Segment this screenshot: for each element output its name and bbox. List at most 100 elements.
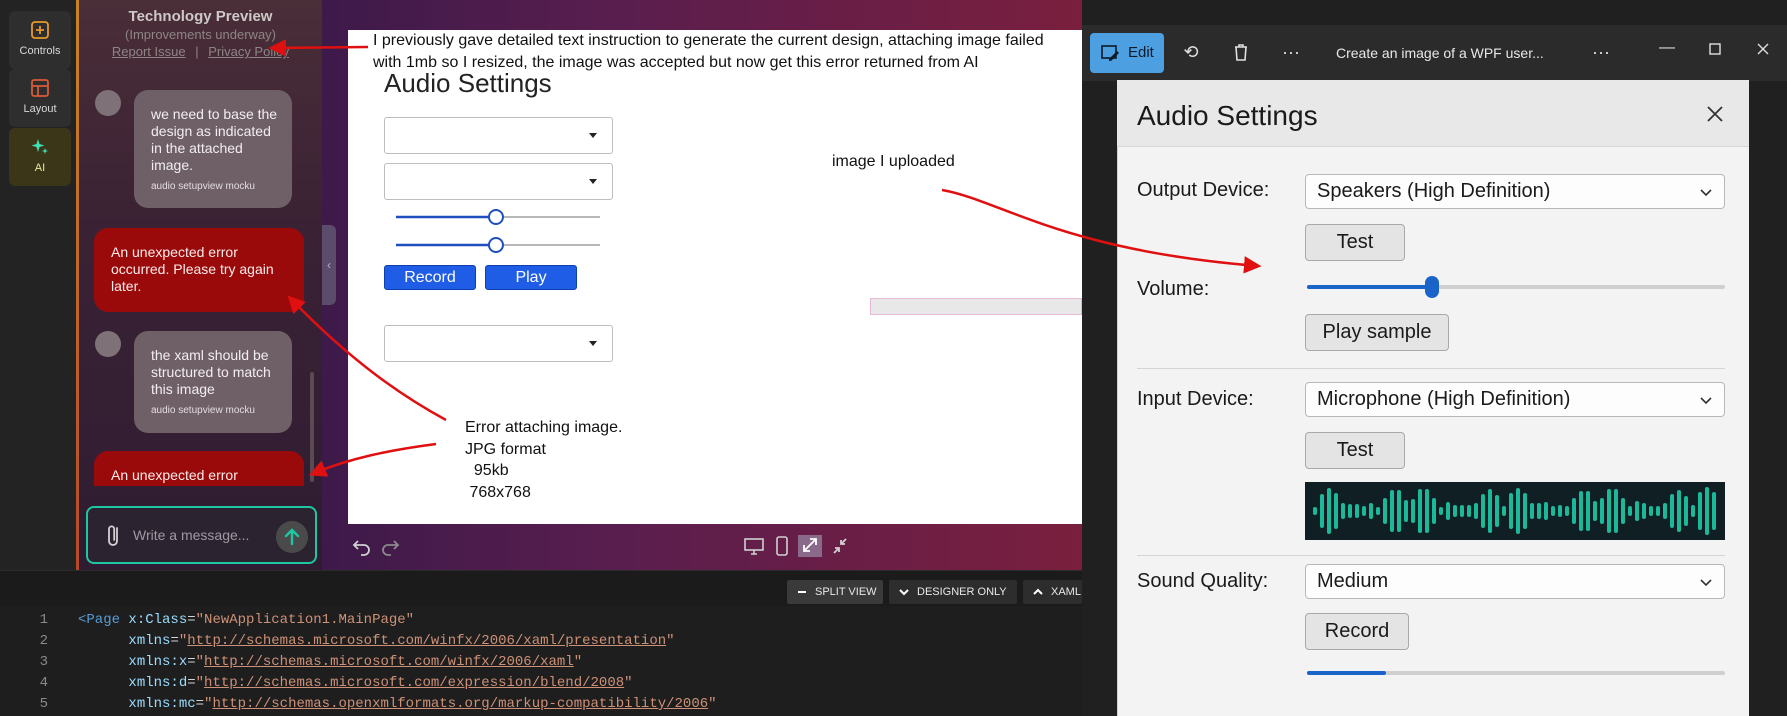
split-view-button[interactable]: SPLIT VIEW [787,580,883,604]
volume-slider-thumb[interactable] [1425,276,1440,298]
waveform-bar [1565,506,1569,516]
canvas-slider[interactable] [392,207,604,227]
waveform-bar [1593,501,1597,521]
code-line[interactable]: 4 xmlns:d="http://schemas.microsoft.com/… [0,675,1082,696]
redo-icon[interactable] [378,535,402,557]
close-icon[interactable] [1703,102,1727,126]
waveform-bar [1586,491,1590,531]
record-button[interactable]: Record [1305,613,1409,650]
waveform-bar [1502,505,1506,517]
canvas-combobox[interactable] [384,117,613,154]
message-text: the xaml should be structured to match t… [151,347,271,397]
error-message: An unexpected error occurred. Please try… [94,228,304,312]
privacy-policy-link[interactable]: Privacy Policy [208,44,289,59]
code-line[interactable]: 3 xmlns:x="http://schemas.microsoft.com/… [0,654,1082,675]
input-device-select[interactable]: Microphone (High Definition) [1305,382,1725,417]
waveform-bar [1691,504,1695,518]
expand-icon[interactable] [798,535,822,557]
line-number: 4 [39,675,48,691]
waveform-bar [1600,498,1604,524]
sound-quality-label: Sound Quality: [1137,570,1269,592]
line-number: 3 [39,654,48,670]
designer-only-button[interactable]: DESIGNER ONLY [889,580,1017,604]
chat-scrollbar[interactable] [310,372,314,482]
more-options-icon[interactable]: ··· [1590,41,1612,63]
message-input[interactable] [133,524,273,546]
waveform-bar [1537,503,1541,519]
desktop-icon[interactable] [742,535,766,557]
attachment-name[interactable]: audio setupview mocku [151,402,278,419]
code-line[interactable]: 2 xmlns="http://schemas.microsoft.com/wi… [0,633,1082,654]
shrink-icon[interactable] [828,535,852,557]
arrow-up-icon [284,528,300,546]
viewer-title: Create an image of a WPF user... [1336,45,1544,61]
audio-settings-title: Audio Settings [1137,100,1318,131]
canvas-combobox[interactable] [384,325,613,362]
waveform-bar [1341,502,1345,520]
message-composer [86,506,317,564]
volume-slider-fill [1307,285,1433,289]
input-test-button[interactable]: Test [1305,432,1405,469]
canvas-record-button[interactable]: Record [384,265,476,290]
input-device-label: Input Device: [1137,388,1254,410]
message-text: we need to base the design as indicated … [151,106,278,173]
controls-icon [31,21,49,39]
send-button[interactable] [276,521,308,553]
chat-links: Report Issue | Privacy Policy [79,44,322,59]
xaml-button[interactable]: XAML [1023,580,1082,604]
code-text: <Page x:Class="NewApplication1.MainPage" [78,612,415,628]
canvas-slider[interactable] [392,235,604,255]
edit-button[interactable]: Edit [1090,33,1164,73]
canvas-title: Audio Settings [384,68,552,98]
sound-quality-select[interactable]: Medium [1305,564,1725,599]
screenshot-root: Controls Layout AI Technology Preview (I… [0,0,1787,716]
chevron-left-icon: ‹ [327,258,331,272]
waveform-bar [1509,492,1513,530]
waveform-bar [1712,492,1716,530]
canvas-combobox[interactable] [384,163,613,200]
volume-slider[interactable] [1307,276,1725,298]
layout-button[interactable]: Layout [9,69,71,127]
minimize-icon[interactable]: — [1657,39,1677,57]
avatar [95,90,121,116]
sound-quality-value: Medium [1317,570,1389,592]
report-issue-link[interactable]: Report Issue [112,44,186,59]
maximize-icon[interactable] [1705,42,1725,56]
ai-button[interactable]: AI [9,128,71,186]
canvas-play-button[interactable]: Play [485,265,577,290]
rotate-icon[interactable]: ⟲ [1180,41,1202,63]
waveform-bar [1313,507,1317,515]
waveform-bar [1544,502,1548,520]
layout-icon [31,79,49,97]
collapse-panel-handle[interactable]: ‹ [322,225,336,305]
line-number: 2 [39,633,48,649]
output-test-button[interactable]: Test [1305,224,1405,261]
attachment-name[interactable]: audio setupview mocku [151,178,278,195]
message-text: An unexpected error [111,467,238,483]
undo-icon[interactable] [350,535,374,557]
more-options-icon[interactable]: ··· [1280,41,1302,63]
ai-chat-panel: Technology Preview (Improvements underwa… [79,0,322,570]
waveform-bar [1397,490,1401,532]
output-device-value: Speakers (High Definition) [1317,180,1551,202]
close-icon[interactable] [1753,42,1773,56]
code-line[interactable]: 5 xmlns:mc="http://schemas.openxmlformat… [0,696,1082,716]
waveform-bar [1551,506,1555,516]
controls-button[interactable]: Controls [9,11,71,69]
waveform-bar [1684,495,1688,526]
annotation-uploaded: image I uploaded [832,153,955,170]
waveform-bar [1474,502,1478,520]
xaml-code-editor[interactable]: 1 <Page x:Class="NewApplication1.MainPage… [0,606,1082,716]
play-sample-button[interactable]: Play sample [1305,314,1449,351]
layout-label: Layout [23,103,57,115]
attach-icon[interactable] [102,522,126,550]
waveform-bar [1425,489,1429,533]
code-text: xmlns:mc="http://schemas.openxmlformats.… [128,696,717,712]
waveform-bar [1439,506,1443,516]
mobile-icon[interactable] [770,535,794,557]
code-line[interactable]: 1 <Page x:Class="NewApplication1.MainPage… [0,612,1082,633]
output-device-select[interactable]: Speakers (High Definition) [1305,174,1725,209]
delete-icon[interactable] [1230,41,1252,63]
chevron-down-icon [1700,579,1712,587]
chevron-up-icon [1033,588,1043,595]
